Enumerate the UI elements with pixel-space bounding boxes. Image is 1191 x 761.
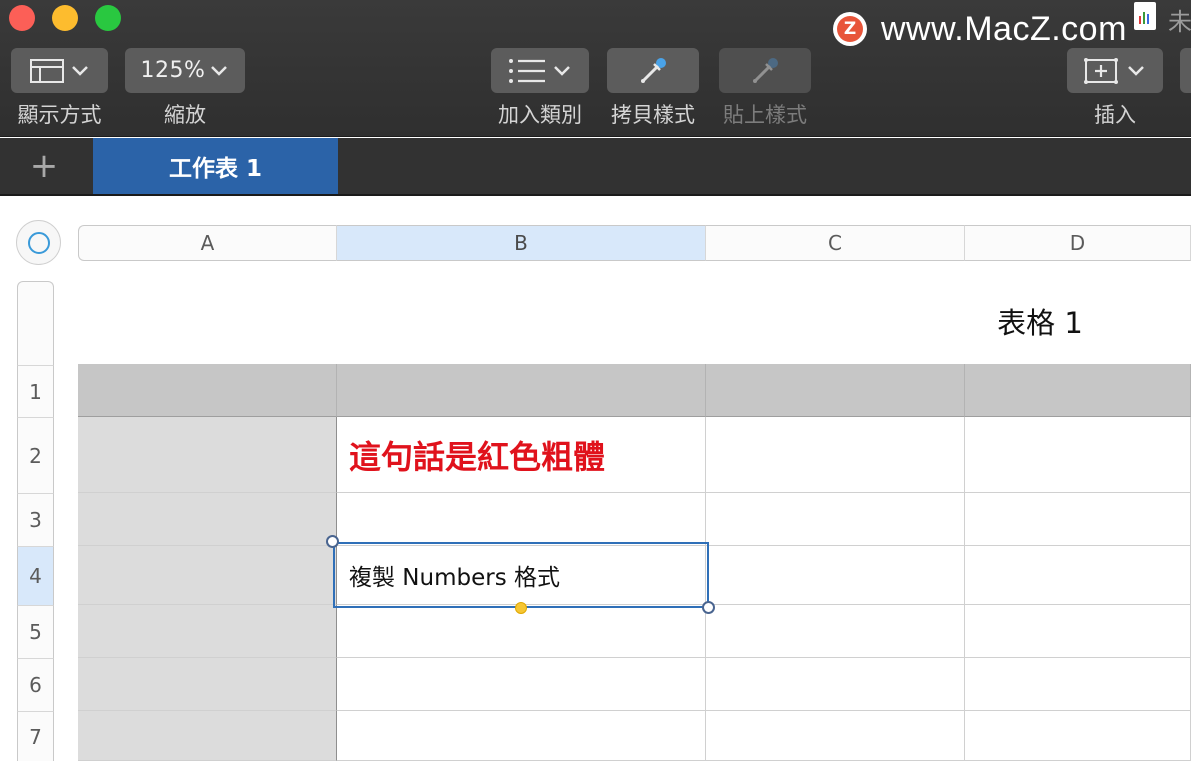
cell-a2[interactable] (78, 417, 337, 493)
toolbar: 顯示方式 125% 縮放 加入類別 拷貝樣式 貼上樣式 插入 Z www.Mac… (0, 0, 1191, 137)
cell-c2[interactable] (706, 417, 965, 493)
cell-c5[interactable] (706, 605, 965, 658)
chevron-down-icon (71, 65, 88, 76)
zoom-window-button[interactable] (95, 5, 121, 31)
watermark-text: www.MacZ.com (881, 9, 1127, 48)
row-header-4[interactable]: 4 (17, 546, 54, 605)
list-icon (509, 58, 545, 83)
row-header-5[interactable]: 5 (17, 605, 54, 658)
zoom-label: 縮放 (164, 103, 206, 127)
row-header-3[interactable]: 3 (17, 493, 54, 546)
cell-text: 這句話是紅色粗體 (349, 437, 606, 476)
sheet-tab-bar: + 工作表 1 (0, 138, 1191, 196)
row-header-7[interactable]: 7 (17, 711, 54, 761)
cell-a1[interactable] (78, 364, 337, 417)
cell-b6[interactable] (337, 658, 706, 711)
cell-c4[interactable] (706, 546, 965, 605)
insert-label: 插入 (1094, 103, 1136, 127)
autofill-handle[interactable] (515, 602, 527, 614)
cell-a6[interactable] (78, 658, 337, 711)
cell-d4[interactable] (965, 546, 1191, 605)
document-icon (1134, 2, 1156, 30)
select-table-button[interactable] (16, 220, 61, 265)
column-header-b[interactable]: B (337, 225, 706, 261)
cell-a7[interactable] (78, 711, 337, 761)
chevron-down-icon (554, 65, 570, 76)
add-sheet-button[interactable]: + (24, 146, 64, 186)
selection-handle-bottom-right[interactable] (702, 601, 715, 614)
copy-style-button[interactable] (607, 48, 699, 93)
cell-d2[interactable] (965, 417, 1191, 493)
cell-c7[interactable] (706, 711, 965, 761)
add-category-button[interactable] (491, 48, 589, 93)
cell-selection-outline (333, 542, 709, 608)
numbers-window: 顯示方式 125% 縮放 加入類別 拷貝樣式 貼上樣式 插入 Z www.Mac… (0, 0, 1191, 761)
column-header-d[interactable]: D (965, 225, 1191, 261)
cell-a3[interactable] (78, 493, 337, 546)
cell-c6[interactable] (706, 658, 965, 711)
chevron-down-icon (211, 65, 228, 76)
window-title-fragment: 未 (1168, 8, 1191, 36)
chevron-down-icon (1128, 65, 1144, 76)
cell-b7[interactable] (337, 711, 706, 761)
insert-box-icon (1084, 57, 1118, 84)
close-window-button[interactable] (9, 5, 35, 31)
column-header-c[interactable]: C (706, 225, 965, 261)
table-title[interactable]: 表格 1 (960, 300, 1120, 342)
cell-a4[interactable] (78, 546, 337, 605)
sidebar-layout-icon (29, 58, 64, 83)
row-header-spacer (17, 281, 54, 365)
insert-button[interactable] (1067, 48, 1163, 93)
cell-d3[interactable] (965, 493, 1191, 546)
cell-c3[interactable] (706, 493, 965, 546)
toolbar-overflow-button[interactable] (1180, 48, 1191, 93)
cell-c1[interactable] (706, 364, 965, 417)
watermark-logo-letter: Z (837, 16, 863, 42)
cell-d5[interactable] (965, 605, 1191, 658)
circle-icon (27, 231, 50, 254)
cell-d6[interactable] (965, 658, 1191, 711)
zoom-value: 125% (140, 58, 206, 83)
cell-a5[interactable] (78, 605, 337, 658)
watermark: Z www.MacZ.com (833, 10, 1127, 48)
copy-style-label: 拷貝樣式 (611, 103, 695, 127)
tab-sheet-1[interactable]: 工作表 1 (93, 138, 338, 194)
view-label: 顯示方式 (17, 103, 102, 127)
eyedropper-icon (641, 57, 666, 83)
cell-d7[interactable] (965, 711, 1191, 761)
add-category-label: 加入類別 (498, 103, 582, 127)
cell-b2[interactable]: 這句話是紅色粗體 (337, 417, 706, 493)
column-header-a[interactable]: A (78, 225, 337, 261)
row-header-1[interactable]: 1 (17, 365, 54, 417)
minimize-window-button[interactable] (52, 5, 78, 31)
watermark-logo: Z (833, 12, 867, 46)
row-header-2[interactable]: 2 (17, 417, 54, 493)
cell-b3[interactable] (337, 493, 706, 546)
row-header-6[interactable]: 6 (17, 658, 54, 711)
cell-d1[interactable] (965, 364, 1191, 417)
view-button[interactable] (11, 48, 108, 93)
selection-handle-top-left[interactable] (326, 535, 339, 548)
paste-style-label: 貼上樣式 (723, 103, 807, 127)
cell-b1[interactable] (337, 364, 706, 417)
paste-style-button[interactable] (719, 48, 811, 93)
eyedropper-icon (753, 57, 778, 83)
zoom-select[interactable]: 125% (125, 48, 245, 93)
